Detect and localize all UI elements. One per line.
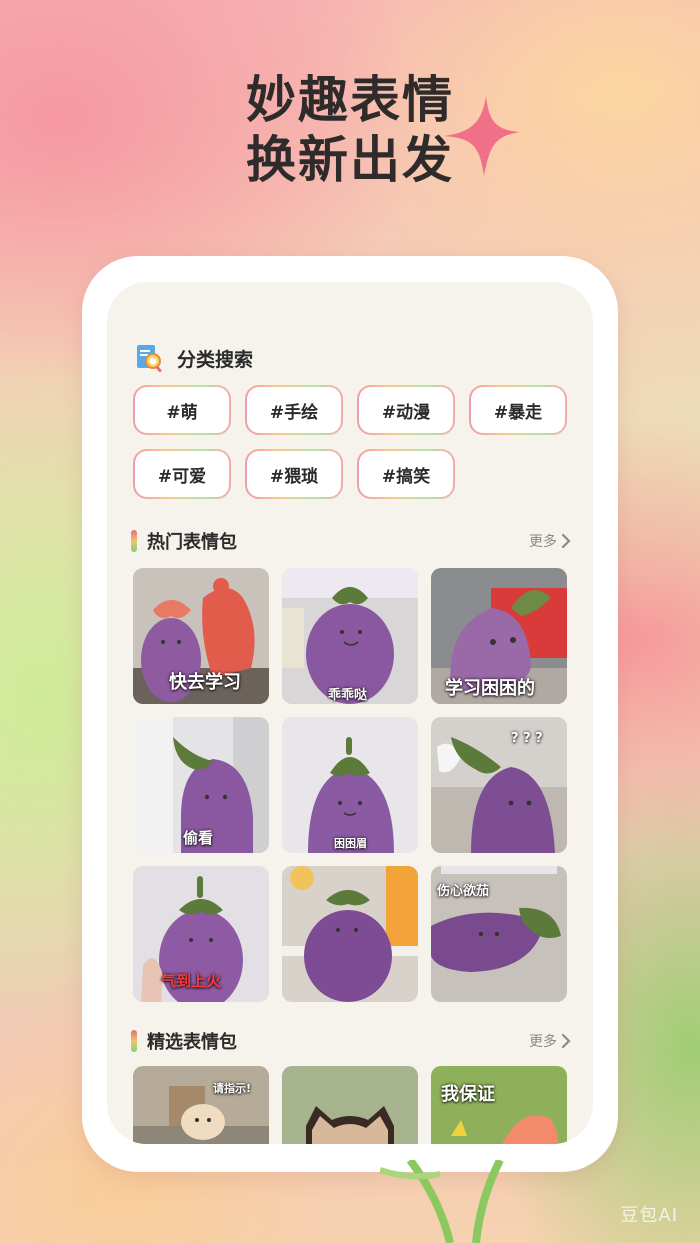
headline: 妙趣表情 换新出发 [0,70,700,190]
tag-rage[interactable]: #暴走 [469,385,567,435]
sticker-card[interactable]: 偷看 [133,717,269,853]
hot-section-title: 热门表情包 [147,532,237,553]
dog-box-photo [133,1066,269,1144]
tag-hand-drawn[interactable]: #手绘 [245,385,343,435]
tag-label: #动漫 [359,387,453,433]
tag-label: #可爱 [135,451,229,497]
sticker-caption: ? ? ? [511,731,543,746]
sparkle-icon [444,96,520,176]
chevron-right-icon [561,533,571,549]
featured-section-title: 精选表情包 [147,1032,237,1053]
sticker-card[interactable]: 乖乖哒 [282,568,418,704]
sticker-caption: 请指示! [213,1082,252,1095]
eggplant-sleepy-photo [282,717,418,853]
sticker-card[interactable]: 快去学习 [133,568,269,704]
tag-anime[interactable]: #动漫 [357,385,455,435]
sticker-caption: 伤心欲茄 [437,884,490,899]
cartoon-cat-drawing [282,1066,418,1144]
eggplant-confused-photo [431,717,567,853]
sticker-card[interactable]: 伤心欲茄 [431,866,567,1002]
hot-more-link[interactable]: 更多 [529,531,571,551]
category-search-header: 分类搜索 [133,342,253,374]
featured-sticker-grid: 请指示! 我保证 [133,1066,567,1144]
tag-label: #手绘 [247,387,341,433]
hot-sticker-grid: 快去学习 乖乖哒 学习困困的 偷看 困困眉 ? ? ? 气到上火 伤心欲茄 [133,568,567,1002]
sticker-caption: 气到上火 [161,972,222,990]
more-label: 更多 [529,1034,557,1050]
tag-label: #暴走 [471,387,565,433]
sticker-caption: 快去学习 [169,672,241,693]
eggplant-shelf-photo [282,866,418,1002]
sticker-caption: 困困眉 [334,837,367,850]
tag-label: #萌 [135,387,229,433]
watermark: 豆包AI [620,1205,678,1226]
tag-label: #搞笑 [359,451,453,497]
tag-wretched[interactable]: #猥琐 [245,449,343,499]
sticker-card[interactable] [282,1066,418,1144]
category-title: 分类搜索 [177,348,254,371]
sticker-caption: 乖乖哒 [328,688,368,703]
sticker-card[interactable]: 困困眉 [282,717,418,853]
headline-line-1: 妙趣表情 [246,71,454,129]
tag-list: #萌 #手绘 #动漫 #暴走 #可爱 #猥琐 #搞笑 [133,385,569,499]
sticker-card[interactable]: 学习困困的 [431,568,567,704]
tag-adorable[interactable]: #可爱 [133,449,231,499]
chevron-right-icon [561,1033,571,1049]
sticker-card[interactable]: 我保证 [431,1066,567,1144]
tag-label: #猥琐 [247,451,341,497]
section-accent-bar [131,530,137,552]
sticker-caption: 偷看 [183,829,214,847]
magnifier-document-icon [137,345,162,373]
plant-stem-decoration [380,1160,504,1243]
app-screen: 分类搜索 #萌 #手绘 #动漫 #暴走 #可爱 #猥琐 #搞笑 热门表情包 更多 [107,282,593,1144]
sticker-card[interactable]: 请指示! [133,1066,269,1144]
featured-section-header: 精选表情包 更多 [131,1028,571,1054]
sticker-card[interactable]: 气到上火 [133,866,269,1002]
section-accent-bar [131,1030,137,1052]
more-label: 更多 [529,534,557,550]
sticker-card[interactable] [282,866,418,1002]
sticker-caption: 学习困困的 [445,678,535,699]
hot-section-header: 热门表情包 更多 [131,528,571,554]
featured-more-link[interactable]: 更多 [529,1031,571,1051]
headline-line-2: 换新出发 [246,131,454,189]
tag-funny[interactable]: #搞笑 [357,449,455,499]
sticker-caption: 我保证 [441,1084,495,1105]
sticker-card[interactable]: ? ? ? [431,717,567,853]
phone-frame: 分类搜索 #萌 #手绘 #动漫 #暴走 #可爱 #猥琐 #搞笑 热门表情包 更多 [82,256,618,1172]
tag-cute[interactable]: #萌 [133,385,231,435]
